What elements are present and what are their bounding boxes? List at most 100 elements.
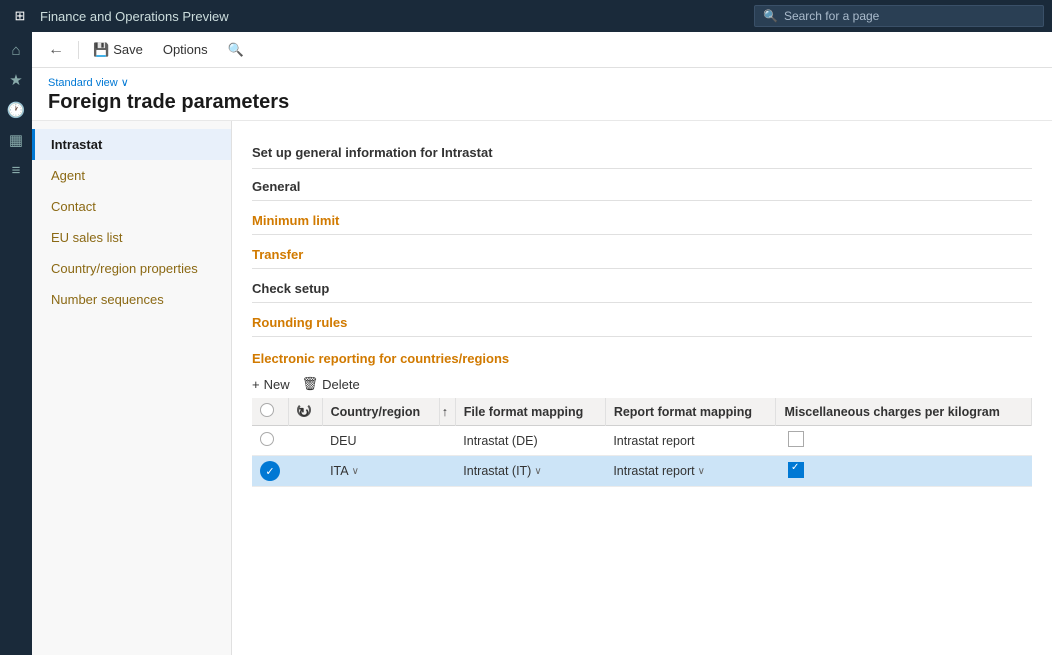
row-ita-report-format[interactable]: Intrastat report ∨ (605, 456, 776, 487)
left-nav: Intrastat Agent Contact EU sales list Co… (32, 121, 232, 655)
section-rounding-rules: Rounding rules (252, 307, 1032, 337)
row-deu-report-format-value: Intrastat report (613, 434, 694, 448)
row-deu-misc-cell[interactable] (776, 426, 1032, 456)
er-section-title: Electronic reporting for countries/regio… (252, 341, 1032, 372)
sidebar-home-icon[interactable]: ⌂ (2, 36, 30, 64)
icon-sidebar: ⌂ ★ 🕐 ▦ ≡ (0, 32, 32, 655)
row-deu-refresh-cell (288, 426, 322, 456)
er-delete-label: Delete (322, 377, 360, 392)
options-label: Options (163, 42, 208, 57)
header-radio[interactable] (260, 403, 274, 417)
row-ita-indicator-cell: ✓ (252, 456, 288, 487)
nav-item-number-sequences[interactable]: Number sequences (32, 284, 231, 315)
app-title: Finance and Operations Preview (40, 9, 754, 24)
row-ita-country-dropdown[interactable]: ITA ∨ (330, 464, 431, 478)
row-ita-sort-cell (439, 456, 455, 487)
th-report-format-label: Report format mapping (614, 405, 752, 419)
right-panel: Set up general information for Intrastat… (232, 121, 1052, 655)
section-check-setup: Check setup (252, 273, 1032, 303)
section-intro: Set up general information for Intrastat (252, 137, 1032, 169)
th-report-format[interactable]: Report format mapping (605, 398, 776, 426)
sort-up-icon: ↑ (442, 405, 448, 419)
sidebar-recent-icon[interactable]: 🕐 (2, 96, 30, 124)
section-minimum-limit: Minimum limit (252, 205, 1032, 235)
save-icon: 💾 (93, 42, 109, 58)
row-deu-misc-checkbox[interactable] (788, 431, 804, 447)
row-ita-report-format-value: Intrastat report (613, 464, 694, 478)
th-country-region-label: Country/region (331, 405, 421, 419)
th-refresh: ↻ (288, 398, 322, 426)
er-new-button[interactable]: + New (252, 377, 290, 392)
content-area: ← 💾 Save Options 🔍 Standard view ∨ Forei… (32, 32, 1052, 655)
table-header-row: ↻ Country/region ↑ File format mapping (252, 398, 1032, 426)
options-button[interactable]: Options (157, 40, 214, 59)
row-ita-misc-cell[interactable] (776, 456, 1032, 487)
row-deu-radio-cell[interactable] (252, 426, 288, 456)
th-misc-charges-label: Miscellaneous charges per kilogram (784, 405, 999, 419)
row-deu-country-value: DEU (330, 434, 356, 448)
row-deu-file-format[interactable]: Intrastat (DE) (455, 426, 605, 456)
section-transfer-header[interactable]: Transfer (252, 239, 1032, 269)
th-sort[interactable]: ↑ (439, 398, 455, 426)
er-delete-button[interactable]: 🗑 Delete (302, 376, 360, 392)
nav-item-intrastat[interactable]: Intrastat (32, 129, 231, 160)
row-ita-file-format[interactable]: Intrastat (IT) ∨ (455, 456, 605, 487)
table-row[interactable]: DEU Intrastat (DE) Intrastat report (252, 426, 1032, 456)
nav-item-agent[interactable]: Agent (32, 160, 231, 191)
er-toolbar: + New 🗑 Delete (252, 372, 1032, 398)
sidebar-favorites-icon[interactable]: ★ (2, 66, 30, 94)
refresh-icon[interactable]: ↻ (297, 403, 311, 417)
row-deu-sort-cell (439, 426, 455, 456)
toolbar-search-button[interactable]: 🔍 (222, 40, 250, 60)
nav-item-country-region-properties[interactable]: Country/region properties (32, 253, 231, 284)
row-deu-report-format[interactable]: Intrastat report (605, 426, 776, 456)
th-select (252, 398, 288, 426)
th-file-format-label: File format mapping (464, 405, 583, 419)
section-check-setup-header[interactable]: Check setup (252, 273, 1032, 303)
toolbar-separator-1 (78, 41, 79, 59)
page-header: Standard view ∨ Foreign trade parameters (32, 68, 1052, 121)
row-ita-report-format-dropdown[interactable]: Intrastat report ∨ (613, 464, 768, 478)
body: Intrastat Agent Contact EU sales list Co… (32, 121, 1052, 655)
search-icon: 🔍 (763, 9, 778, 23)
view-selector[interactable]: Standard view ∨ (48, 76, 1036, 89)
row-ita-file-format-dropdown[interactable]: Intrastat (IT) ∨ (463, 464, 597, 478)
save-button[interactable]: 💾 Save (87, 40, 149, 60)
row-ita-indicator: ✓ (260, 461, 280, 481)
section-rounding-rules-header[interactable]: Rounding rules (252, 307, 1032, 337)
row-deu-radio[interactable] (260, 432, 274, 446)
row-ita-country[interactable]: ITA ∨ (322, 456, 439, 487)
table-row[interactable]: ✓ ITA ∨ (252, 456, 1032, 487)
er-section: Electronic reporting for countries/regio… (252, 341, 1032, 487)
top-bar: ⊞ Finance and Operations Preview 🔍 Searc… (0, 0, 1052, 32)
nav-item-contact[interactable]: Contact (32, 191, 231, 222)
apps-grid-icon[interactable]: ⊞ (8, 4, 32, 28)
page-title: Foreign trade parameters (48, 91, 1036, 114)
th-misc-charges[interactable]: Miscellaneous charges per kilogram (776, 398, 1032, 426)
plus-icon: + (252, 377, 260, 392)
save-label: Save (113, 42, 143, 57)
main-layout: ⌂ ★ 🕐 ▦ ≡ ← 💾 Save Options 🔍 Standard vi… (0, 32, 1052, 655)
nav-item-eu-sales-list[interactable]: EU sales list (32, 222, 231, 253)
global-search-bar[interactable]: 🔍 Search for a page (754, 5, 1044, 27)
row-ita-refresh-cell (288, 456, 322, 487)
th-file-format[interactable]: File format mapping (455, 398, 605, 426)
section-transfer: Transfer (252, 239, 1032, 269)
th-country-region[interactable]: Country/region (322, 398, 439, 426)
row-ita-country-value: ITA (330, 464, 349, 478)
sidebar-modules-icon[interactable]: ▦ (2, 126, 30, 154)
section-general: General (252, 171, 1032, 201)
section-general-header[interactable]: General (252, 171, 1032, 201)
back-button[interactable]: ← (42, 39, 70, 61)
row-deu-file-format-value: Intrastat (DE) (463, 434, 537, 448)
row-ita-country-chevron-icon: ∨ (352, 466, 359, 477)
row-ita-misc-checkbox[interactable] (788, 462, 804, 478)
row-deu-country[interactable]: DEU (322, 426, 439, 456)
view-label-text: Standard view (48, 77, 118, 89)
sidebar-list-icon[interactable]: ≡ (2, 156, 30, 184)
section-minimum-limit-header[interactable]: Minimum limit (252, 205, 1032, 235)
toolbar: ← 💾 Save Options 🔍 (32, 32, 1052, 68)
delete-icon: 🗑 (302, 376, 319, 392)
search-placeholder: Search for a page (784, 9, 879, 23)
er-new-label: New (264, 377, 290, 392)
